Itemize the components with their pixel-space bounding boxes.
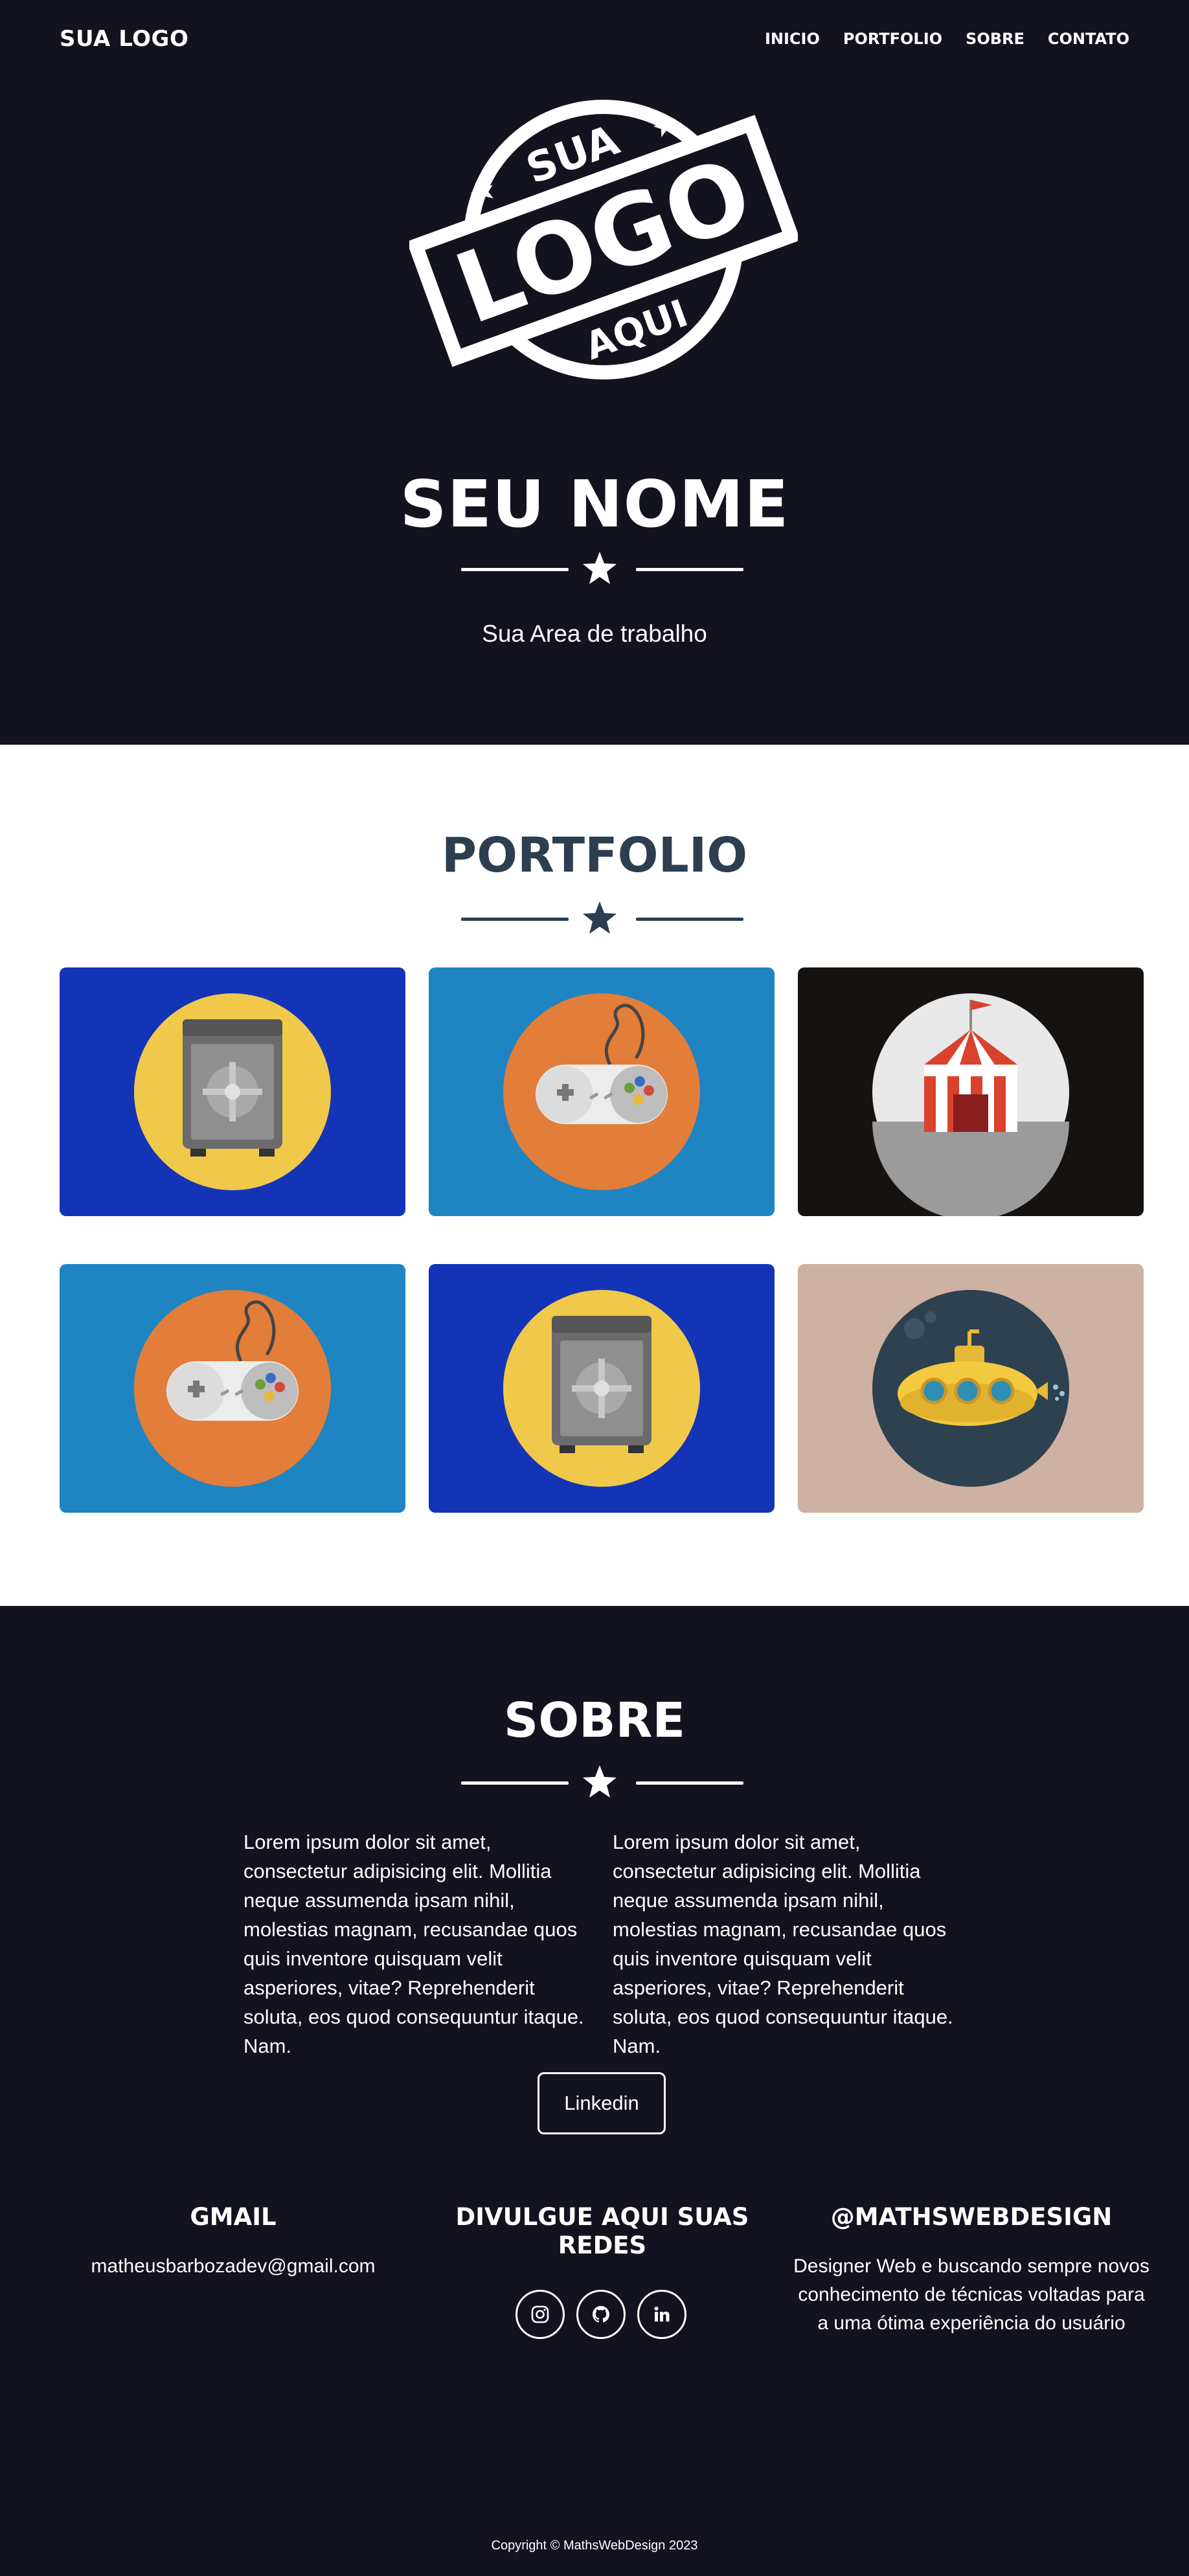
sobre-divider [0,1764,1189,1803]
gamepad-icon [503,993,700,1190]
nav-link-portfolio[interactable]: PORTFOLIO [843,30,942,48]
logo-stamp-icon: LOGO SUA AQUI [409,100,798,379]
footer: GMAIL matheusbarbozadev@gmail.com DIVULG… [0,2169,1189,2576]
sobre-section: SOBRE Lorem ipsum dolor sit amet, consec… [0,1606,1189,2169]
linkedin-button[interactable]: Linkedin [538,2072,666,2134]
github-icon [593,2306,609,2323]
brand-logo[interactable]: SUA LOGO [60,26,188,52]
about-text-col2: Lorem ipsum dolor sit amet, consectetur … [613,1831,953,2057]
portfolio-item-safe[interactable] [429,1264,775,1513]
about-text-col1: Lorem ipsum dolor sit amet, consectetur … [243,1831,584,2057]
star-icon [583,552,617,584]
portfolio-divider [0,900,1189,939]
handle-title: @MATHSWEBDESIGN [830,2203,1113,2231]
hero-subtitle: Sua Area de trabalho [482,620,707,647]
portfolio-item-submarine[interactable] [798,1264,1144,1513]
sobre-title: SOBRE [503,1693,686,1748]
portfolio-item-gamepad[interactable] [60,1264,405,1513]
hero-name: SEU NOME [400,466,789,542]
portfolio-item-circus[interactable] [798,967,1144,1216]
circus-tent-icon [872,993,1069,1216]
portfolio-item-gamepad[interactable] [429,967,775,1216]
social-title: DIVULGUE AQUI SUAS REDES [455,2203,749,2259]
instagram-link[interactable] [515,2290,565,2339]
star-icon [583,901,617,934]
linkedin-icon [654,2307,670,2322]
copyright: Copyright © MathsWebDesign 2023 [491,2538,698,2553]
handle-description: Designer Web e buscando sempre novos con… [793,2255,1149,2334]
submarine-icon [872,1290,1069,1487]
github-link[interactable] [576,2290,626,2339]
safe-icon [503,1290,700,1487]
instagram-icon [531,2305,549,2323]
nav-link-contato[interactable]: CONTATO [1048,30,1129,48]
gmail-title: GMAIL [190,2203,277,2231]
nav-links: INICIO PORTFOLIO SOBRE CONTATO [765,30,1129,48]
star-icon [583,1765,617,1798]
nav-link-sobre[interactable]: SOBRE [966,30,1025,48]
hero-section: LOGO SUA AQUI SEU NOME Sua Area de traba… [0,0,1189,745]
gamepad-icon [134,1290,331,1487]
portfolio-section: PORTFOLIO [0,745,1189,1606]
gmail-address[interactable]: matheusbarbozadev@gmail.com [65,2252,402,2281]
linkedin-link[interactable] [637,2290,686,2339]
safe-icon [134,993,331,1190]
portfolio-item-safe[interactable] [60,967,405,1216]
hero-divider [0,550,1189,589]
portfolio-title: PORTFOLIO [441,828,748,883]
top-navbar: SUA LOGO INICIO PORTFOLIO SOBRE CONTATO [0,0,1189,78]
nav-link-inicio[interactable]: INICIO [765,30,820,48]
